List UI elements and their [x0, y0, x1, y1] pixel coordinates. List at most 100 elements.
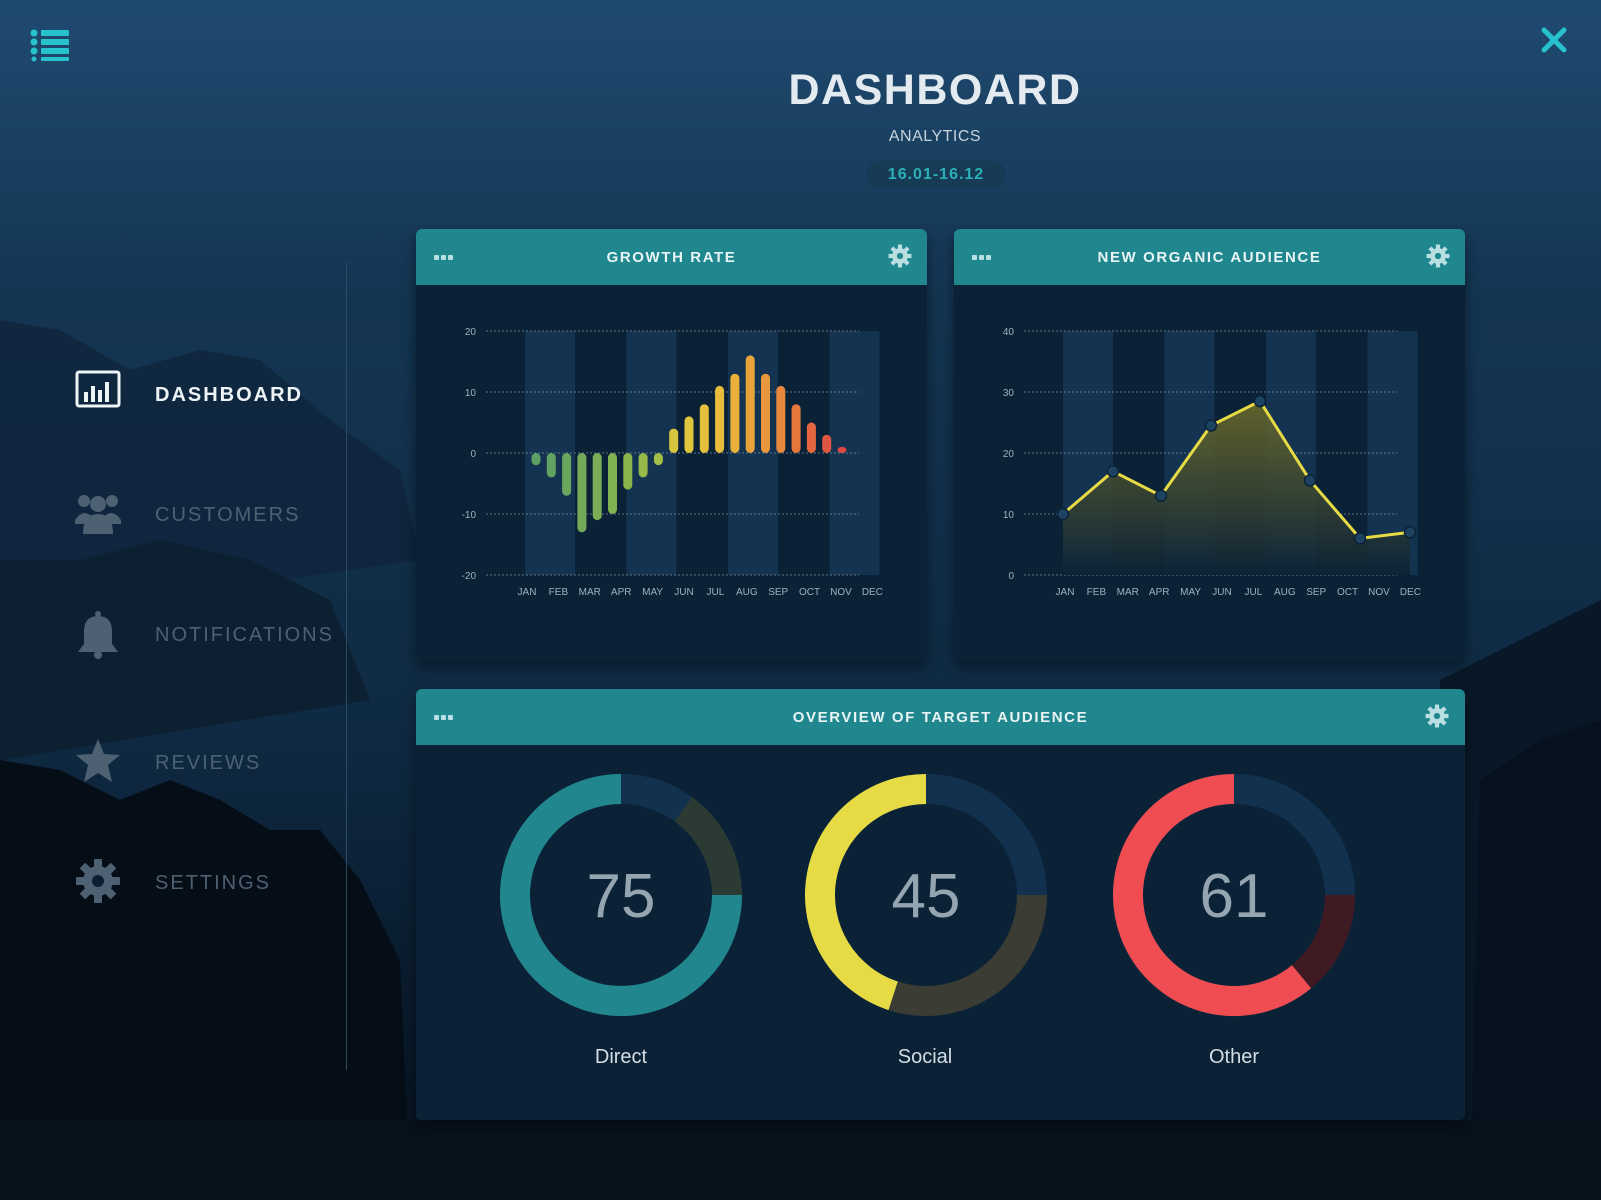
bar — [623, 453, 633, 490]
data-point — [1403, 526, 1417, 539]
bar — [776, 385, 786, 453]
sidebar-item-settings[interactable]: SETTINGS — [60, 858, 350, 918]
bar — [791, 404, 801, 453]
x-tick-label: JAN — [1056, 587, 1075, 598]
x-tick-label: DEC — [1400, 587, 1421, 598]
x-tick-label: FEB — [1087, 587, 1107, 598]
growth-rate-card: GROWTH RATE 20 10 0 -10 -20 JAN FEB MAR APR MAY JU… — [416, 229, 927, 661]
bar — [761, 373, 770, 453]
gear-icon[interactable] — [888, 244, 912, 268]
donut-label-social: Social — [897, 1046, 953, 1068]
x-tick-label: MAY — [642, 587, 663, 598]
data-point — [1154, 489, 1168, 502]
sidebar-item-notifications[interactable]: NOTIFICATIONS — [60, 610, 350, 670]
bar-chart-icon — [75, 370, 121, 420]
x-tick-label: JUN — [1212, 587, 1231, 598]
y-tick-label: 10 — [1003, 510, 1015, 521]
data-point — [1353, 532, 1367, 545]
x-tick-label: AUG — [1274, 587, 1296, 598]
sidebar-item-dashboard[interactable]: DASHBOARD — [60, 370, 350, 430]
x-tick-label: OCT — [799, 587, 820, 598]
data-point — [1204, 419, 1218, 432]
sidebar-divider — [346, 262, 347, 1070]
bar — [638, 453, 648, 478]
y-tick-label: 0 — [1008, 571, 1014, 582]
bar — [684, 416, 694, 453]
card-header: NEW ORGANIC AUDIENCE — [954, 229, 1465, 285]
bar — [592, 453, 602, 521]
y-tick-label: 10 — [465, 388, 477, 399]
donut-value: 75 — [587, 862, 656, 931]
sidebar-item-label: REVIEWS — [155, 752, 262, 774]
x-tick-label: SEP — [768, 587, 788, 598]
sidebar-item-label: SETTINGS — [155, 872, 272, 894]
bell-icon — [75, 610, 121, 660]
data-point — [1106, 465, 1120, 478]
donut-label-other: Other — [1208, 1046, 1260, 1068]
x-tick-label: JUL — [707, 587, 725, 598]
data-point — [1303, 474, 1317, 487]
bar — [669, 428, 679, 453]
card-title: OVERVIEW OF TARGET AUDIENCE — [792, 709, 1089, 726]
x-tick-label: APR — [611, 587, 632, 598]
y-tick-label: 20 — [1003, 449, 1015, 460]
sidebar-item-label: DASHBOARD — [155, 384, 303, 406]
x-tick-label: OCT — [1337, 587, 1358, 598]
bar — [745, 355, 755, 453]
card-title: GROWTH RATE — [606, 249, 737, 266]
bar — [699, 404, 709, 453]
target-audience-card: OVERVIEW OF TARGET AUDIENCE 75 45 61 Direc… — [416, 689, 1465, 1120]
bar — [715, 385, 725, 453]
x-tick-label: MAY — [1180, 587, 1201, 598]
menu-icon[interactable] — [30, 28, 70, 62]
organic-audience-card: NEW ORGANIC AUDIENCE 40 30 20 10 0 JAN FEB MAR A… — [954, 229, 1465, 661]
bar — [730, 373, 740, 453]
gear-icon[interactable] — [1425, 704, 1449, 728]
bar — [806, 422, 816, 453]
bar — [822, 434, 832, 453]
donut-value: 45 — [892, 862, 961, 931]
x-tick-label: NOV — [830, 587, 852, 598]
close-icon[interactable] — [1540, 26, 1568, 54]
y-tick-label: 20 — [465, 327, 477, 338]
donut-label-direct: Direct — [594, 1046, 648, 1068]
bar — [577, 453, 587, 533]
area-fill — [1063, 401, 1410, 575]
x-tick-label: SEP — [1306, 587, 1326, 598]
y-tick-label: 0 — [470, 449, 476, 460]
donut-secondary-arc — [674, 797, 742, 896]
bar — [531, 453, 541, 466]
data-point — [1253, 394, 1267, 408]
sidebar-item-label: CUSTOMERS — [155, 504, 301, 526]
x-tick-label: FEB — [549, 587, 569, 598]
donut-value: 61 — [1200, 862, 1269, 931]
x-tick-label: JAN — [518, 587, 537, 598]
growth-rate-chart: 20 10 0 -10 -20 JAN FEB MAR APR MAY JUN JUL AUG SEP OC… — [462, 327, 883, 598]
bar — [546, 453, 556, 478]
bar — [653, 453, 663, 466]
donut-secondary-arc — [1291, 894, 1355, 989]
card-header: GROWTH RATE — [416, 229, 927, 285]
y-tick-label: 30 — [1003, 388, 1015, 399]
x-tick-label: JUL — [1245, 587, 1263, 598]
x-tick-label: APR — [1149, 587, 1170, 598]
x-tick-label: MAR — [579, 587, 601, 598]
sidebar-item-reviews[interactable]: REVIEWS — [60, 738, 350, 798]
x-tick-label: JUN — [674, 587, 693, 598]
data-point — [1056, 507, 1070, 521]
y-tick-label: -10 — [462, 510, 477, 521]
bar — [562, 453, 572, 496]
gear-icon — [75, 858, 121, 908]
x-tick-label: NOV — [1368, 587, 1390, 598]
organic-audience-chart: 40 30 20 10 0 JAN FEB MAR APR MAY JUN JUL AUG SEP OCT N… — [1003, 327, 1421, 598]
sidebar-item-customers[interactable]: CUSTOMERS — [60, 490, 350, 550]
gear-icon[interactable] — [1426, 244, 1450, 268]
y-tick-label: -20 — [462, 571, 477, 582]
date-range-badge[interactable]: 16.01-16.12 — [866, 161, 1006, 189]
x-tick-label: AUG — [736, 587, 758, 598]
card-header: OVERVIEW OF TARGET AUDIENCE — [416, 689, 1465, 745]
sidebar-item-label: NOTIFICATIONS — [155, 624, 334, 646]
bar — [837, 446, 847, 453]
card-title: NEW ORGANIC AUDIENCE — [1097, 249, 1322, 266]
page-subtitle: ANALYTICS — [888, 128, 982, 145]
